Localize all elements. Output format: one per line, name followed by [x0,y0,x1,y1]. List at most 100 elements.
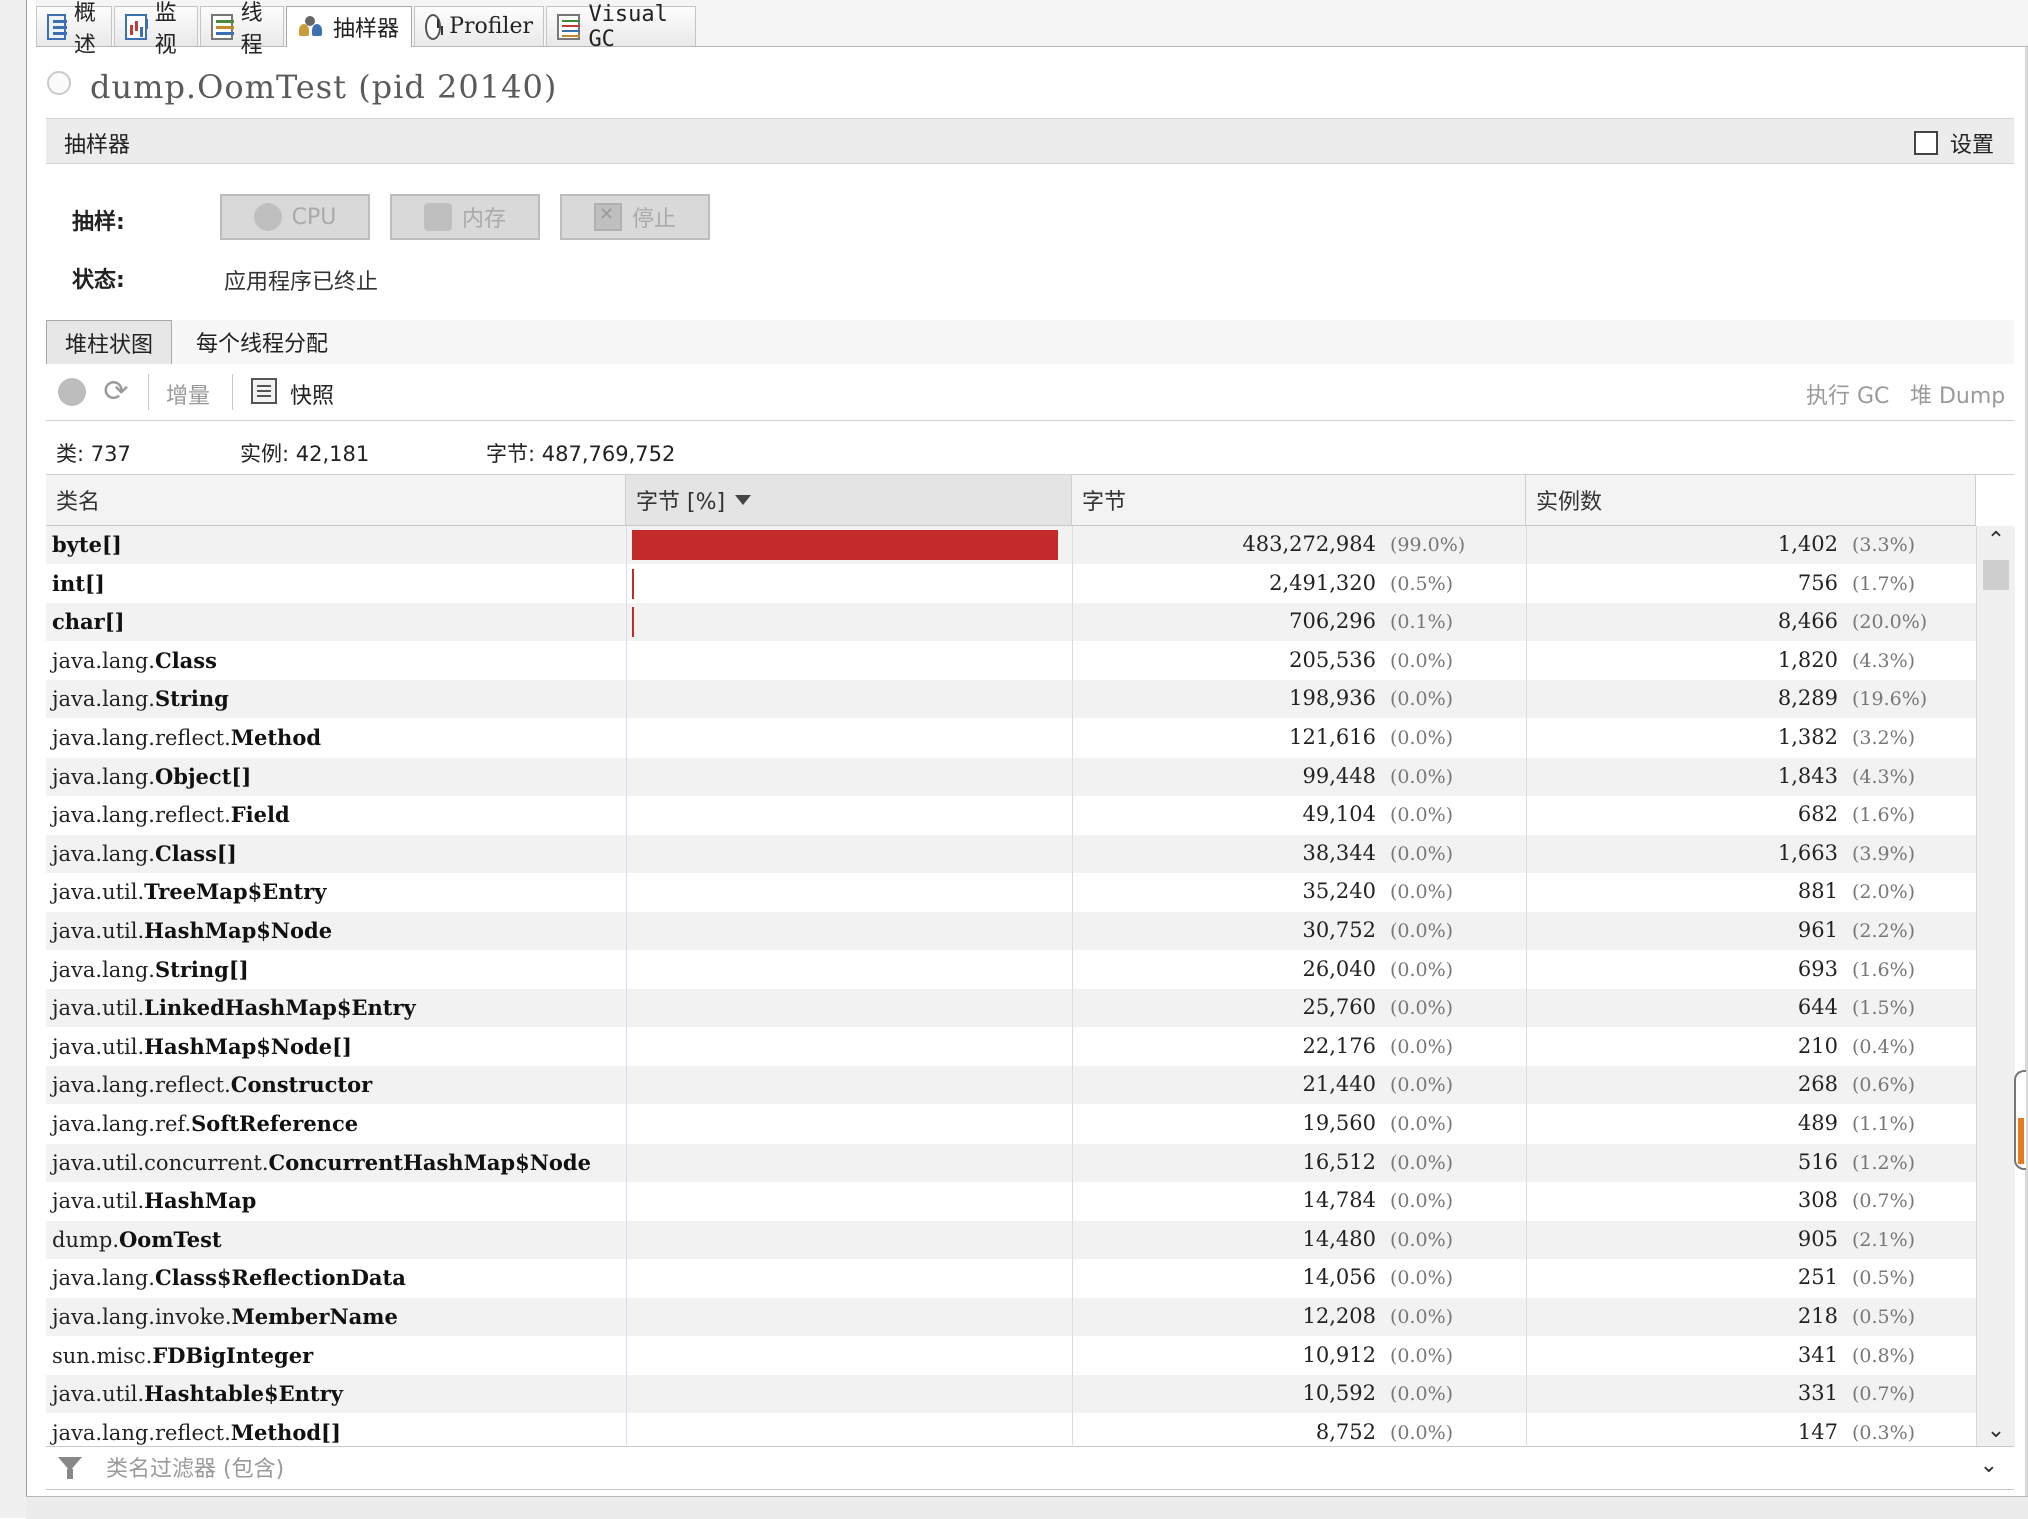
table-row[interactable]: java.util.Hashtable$Entry 10,592 (0.0%) 331… [46,1375,1976,1414]
stop-sample-button[interactable]: 停止 [560,194,710,240]
bytes-percent-bar [632,568,635,599]
table-row[interactable]: java.lang.reflect.Field 49,104 (0.0%) 682 (1… [46,796,1976,835]
table-row[interactable]: java.util.HashMap$Node 30,752 (0.0%) 961 (2.… [46,912,1976,950]
class-simple-name: MemberName [231,1304,398,1329]
bytes-value: 14,056 [1302,1265,1376,1290]
bytes-cell: 10,912 (0.0%) [1086,1343,1466,1367]
stop-button-label: 停止 [631,207,676,232]
column-header-label: 字节 [%] [636,490,726,515]
instances-cell: 1,402 (3.3%) [1538,532,1928,556]
class-simple-name: FDBigInteger [152,1342,314,1368]
instances-percent: (1.2%) [1852,1151,1916,1174]
side-panel-handle[interactable] [2014,1070,2026,1170]
filter-icon[interactable] [58,1455,84,1481]
table-row[interactable]: java.lang.reflect.Method 121,616 (0.0%) 1,3… [46,719,1976,757]
tab-visual-gc[interactable]: Visual GC [546,2,696,52]
class-simple-name: LinkedHashMap$Entry [144,995,416,1021]
class-package: java.lang.reflect. [52,1073,231,1098]
class-name-cell: char[] [52,609,125,634]
instances-value: 1,843 [1777,763,1838,788]
table-row[interactable]: java.lang.ref.SoftReference 19,560 (0.0%) 4… [46,1105,1976,1143]
class-name-cell: java.util.HashMap$Node[] [52,1034,352,1059]
tab-monitor[interactable]: 监视 [114,1,198,58]
table-row[interactable]: byte[] 483,272,984 (99.0%) 1,402 (3.3%) [46,526,1976,564]
cpu-sample-button[interactable]: CPU [220,194,370,240]
cpu-button-label: CPU [291,204,337,230]
table-row[interactable]: java.lang.Object[] 99,448 (0.0%) 1,843 (4.3%… [46,757,1976,796]
bytes-percent-bar-cell [632,1418,1062,1446]
table-row[interactable]: int[] 2,491,320 (0.5%) 756 (1.7%) [46,564,1976,603]
memory-sample-button[interactable]: 内存 [390,194,540,240]
bytes-percent-bar-cell [632,1225,1062,1255]
settings-toggle[interactable]: 设置 [1913,127,1994,159]
bytes-cell: 99,448 (0.0%) [1086,764,1466,788]
table-row[interactable]: java.lang.Class[] 38,344 (0.0%) 1,663 (3.9%) [46,834,1976,873]
column-header-instances[interactable]: 实例数 [1526,475,1976,525]
bytes-percent: (0.0%) [1390,1190,1454,1213]
bytes-percent: (0.0%) [1390,1151,1454,1174]
table-row[interactable]: dump.OomTest 14,480 (0.0%) 905 (2.1%) [46,1220,1976,1259]
class-name-cell: java.util.HashMap [52,1188,256,1213]
tab-heap-histogram[interactable]: 堆柱状图 [46,320,173,364]
bytes-cell: 25,760 (0.0%) [1086,995,1466,1019]
bytes-value: 10,912 [1302,1342,1376,1367]
bytes-cell: 198,936 (0.0%) [1086,686,1466,710]
class-package: dump. [52,1227,119,1252]
instances-cell: 1,382 (3.2%) [1538,725,1928,749]
table-row[interactable]: java.lang.Class$ReflectionData 14,056 (0.0… [46,1259,1976,1298]
tab-overview[interactable]: 概述 [36,1,112,58]
filter-dropdown-icon[interactable]: ⌄ [1980,1453,1998,1478]
class-name-cell: java.lang.String [52,686,229,711]
table-row[interactable]: java.util.HashMap 14,784 (0.0%) 308 (0.7%) [46,1182,1976,1221]
table-row[interactable]: java.lang.Class 205,536 (0.0%) 1,820 (4.3%) [46,641,1976,680]
instances-cell: 1,820 (4.3%) [1538,648,1928,672]
instances-value: 489 [1797,1111,1838,1135]
scroll-up-icon[interactable]: ⌃ [1977,526,2015,556]
instances-cell: 489 (1.1%) [1538,1111,1928,1135]
class-simple-name: char[] [52,609,125,635]
class-filter-input[interactable] [104,1454,1958,1484]
table-row[interactable]: java.util.concurrent.ConcurrentHashMap$N… [46,1143,1976,1182]
table-row[interactable]: java.util.TreeMap$Entry 35,240 (0.0%) 881 (2… [46,873,1976,912]
byte-count: 字节: 487,769,752 [486,442,676,466]
delta-button[interactable]: 增量 [166,378,210,410]
bytes-percent: (0.0%) [1390,1228,1454,1251]
column-header-bytes[interactable]: 字节 [1072,475,1526,525]
instances-cell: 682 (1.6%) [1538,802,1928,826]
instances-percent: (4.3%) [1852,765,1916,788]
scrollbar-thumb[interactable] [1983,560,2009,590]
scroll-down-icon[interactable]: ⌄ [1977,1416,2015,1446]
class-package: java.util. [52,880,145,905]
table-row[interactable]: java.util.HashMap$Node[] 22,176 (0.0%) 210 (… [46,1027,1976,1066]
table-row[interactable]: java.lang.String[] 26,040 (0.0%) 693 (1.6%) [46,950,1976,989]
table-row[interactable]: java.lang.reflect.Method[] 8,752 (0.0%) 147… [46,1413,1976,1446]
table-row[interactable]: java.lang.invoke.MemberName 12,208 (0.0%) 2… [46,1298,1976,1336]
tab-profiler[interactable]: Profiler [414,6,544,46]
bytes-cell: 14,056 (0.0%) [1086,1265,1466,1289]
table-row[interactable]: char[] 706,296 (0.1%) 8,466 (20.0%) [46,603,1976,642]
snapshot-button[interactable]: 快照 [290,378,334,410]
bytes-percent: (0.0%) [1390,727,1454,749]
perform-gc-button[interactable]: 执行 GC [1806,378,1889,410]
class-simple-name: HashMap$Node [144,918,333,943]
tab-threads[interactable]: 线程 [200,1,284,58]
instances-percent: (20.0%) [1852,611,1928,634]
tab-per-thread-allocation[interactable]: 每个线程分配 [178,320,346,364]
bytes-percent-bar-cell [632,723,1062,753]
bytes-percent-bar-cell [632,646,1062,676]
instances-cell: 251 (0.5%) [1538,1265,1928,1289]
tab-sampler[interactable]: 抽样器 [286,6,412,47]
class-package: java.util.concurrent. [52,1150,269,1175]
pause-icon[interactable] [58,378,86,406]
refresh-icon[interactable]: ⟳ [100,376,132,408]
column-header-class-name[interactable]: 类名 [46,475,626,525]
settings-checkbox[interactable] [1913,131,1938,155]
table-row[interactable]: java.util.LinkedHashMap$Entry 25,760 (0.0%… [46,989,1976,1028]
table-row[interactable]: java.lang.String 198,936 (0.0%) 8,289 (19.6%… [46,680,1976,719]
column-header-bytes-percent[interactable]: 字节 [%] [626,475,1072,525]
table-vertical-scrollbar[interactable]: ⌃ ⌄ [1976,526,2015,1446]
class-filter-bar: ⌄ [46,1446,2014,1490]
table-row[interactable]: java.lang.reflect.Constructor 21,440 (0.0%… [46,1066,1976,1105]
heap-dump-button[interactable]: 堆 Dump [1910,378,2005,410]
table-row[interactable]: sun.misc.FDBigInteger 10,912 (0.0%) 341 (0.8… [46,1336,1976,1375]
